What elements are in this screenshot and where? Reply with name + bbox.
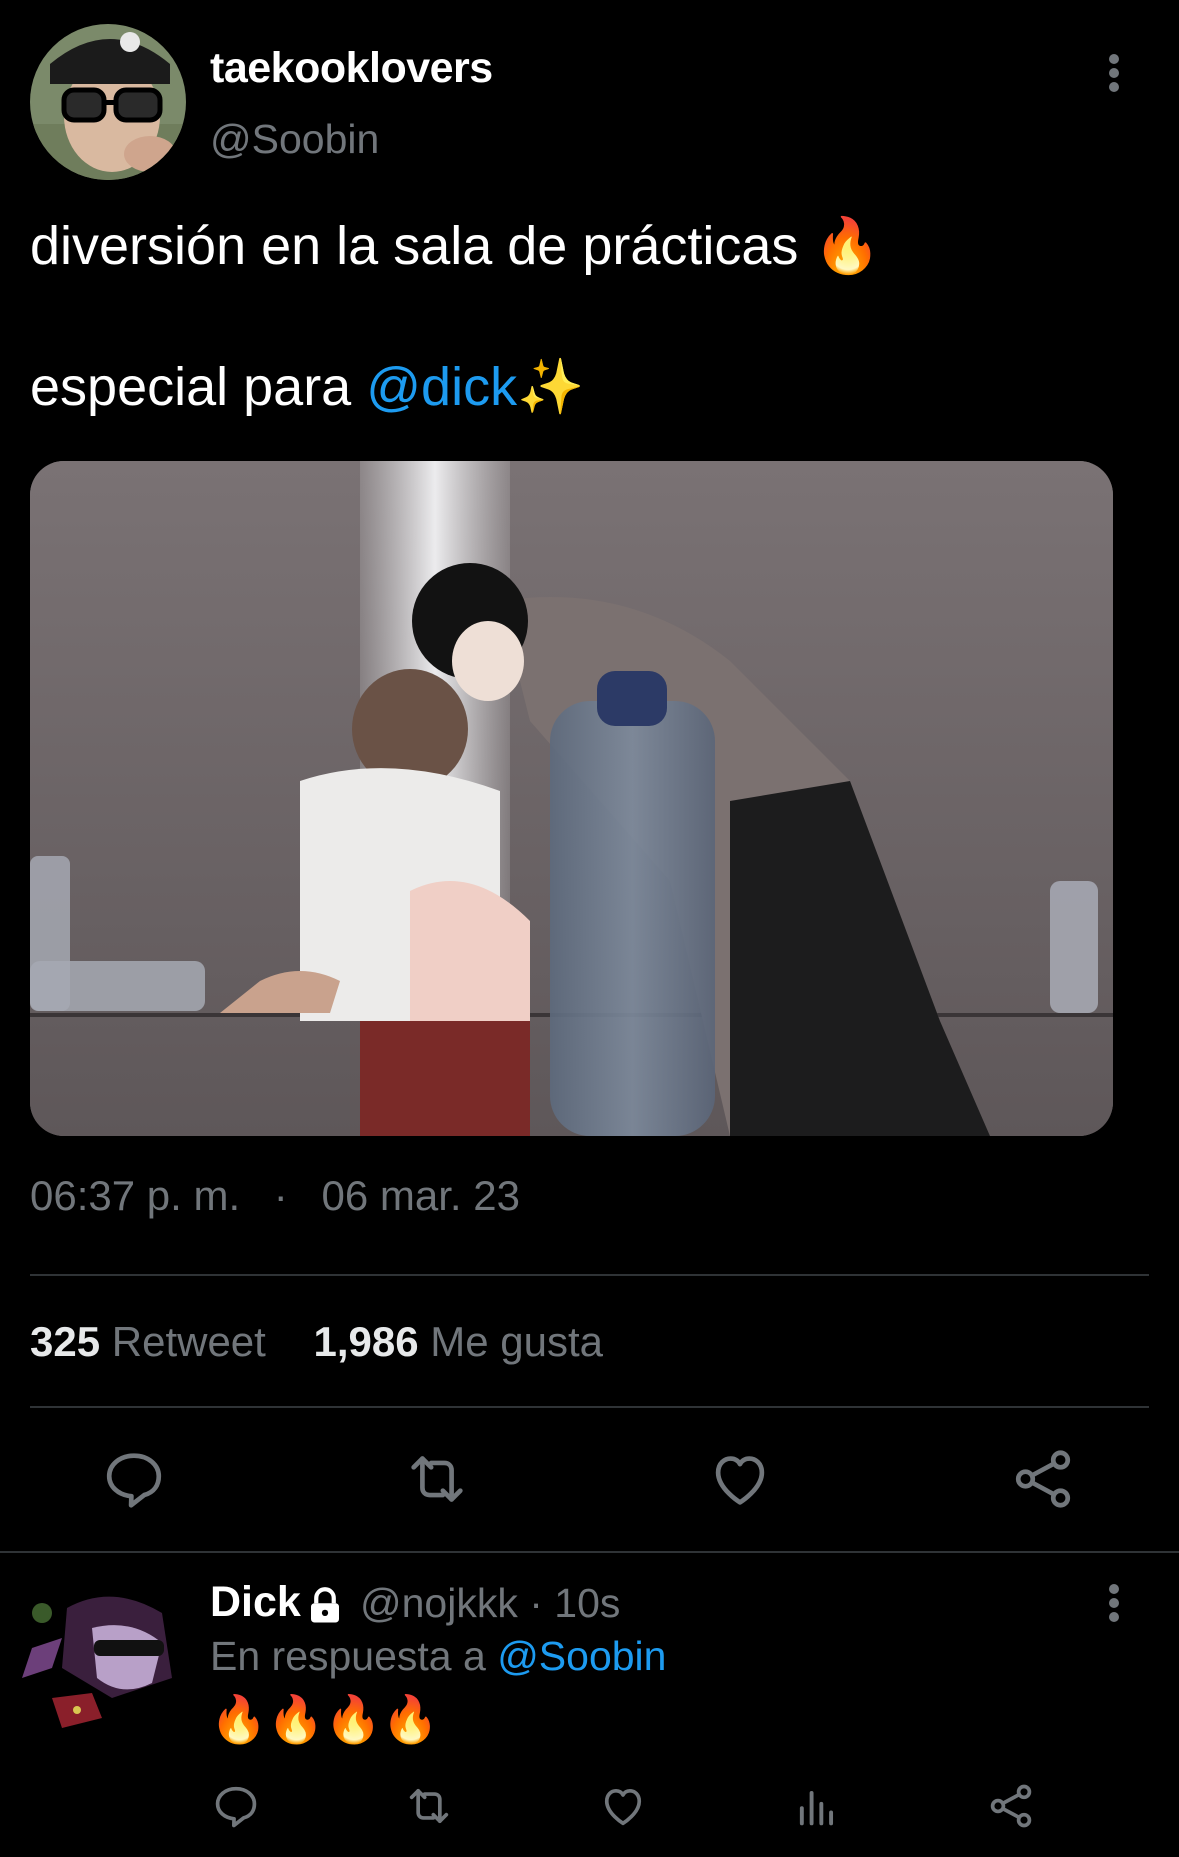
tweet-time: 06:37 p. m. [30, 1172, 241, 1219]
separator: · [273, 1172, 288, 1219]
reply-icon[interactable] [99, 1444, 169, 1514]
tweet-text: especial para [30, 357, 367, 417]
divider [0, 1551, 1179, 1553]
share-icon[interactable] [1008, 1444, 1078, 1514]
mention-link[interactable]: @dick [366, 357, 517, 417]
likes-count: 1,986 [313, 1318, 419, 1365]
retweet-icon[interactable] [403, 1780, 455, 1832]
replying-mention-link[interactable]: @Soobin [497, 1633, 666, 1679]
retweets-label: Retweet [111, 1318, 266, 1365]
retweets-count: 325 [30, 1318, 101, 1365]
fire-emoji: 🔥 [813, 216, 881, 276]
sparkles-emoji: ✨ [517, 357, 585, 417]
replying-to: En respuesta a @Soobin [210, 1633, 666, 1680]
more-vertical-icon[interactable] [1100, 50, 1130, 96]
reply-handle-time[interactable]: @nojkkk · 10s [360, 1580, 620, 1627]
more-vertical-icon[interactable] [1100, 1580, 1130, 1626]
likes-label: Me gusta [430, 1318, 604, 1365]
retweet-icon[interactable] [402, 1444, 472, 1514]
views-icon[interactable] [791, 1780, 843, 1832]
heart-icon[interactable] [597, 1780, 649, 1832]
avatar[interactable] [30, 24, 186, 180]
divider [30, 1406, 1149, 1408]
tweet-date: 06 mar. 23 [321, 1172, 520, 1219]
replying-prefix: En respuesta a [210, 1633, 498, 1679]
tweet-text: diversión en la sala de prácticas [30, 216, 799, 276]
handle[interactable]: @Soobin [210, 116, 379, 163]
heart-icon[interactable] [705, 1444, 775, 1514]
avatar[interactable] [22, 1588, 182, 1738]
reply-text: 🔥🔥🔥🔥 [210, 1693, 440, 1745]
reply-display-name[interactable]: Dick [210, 1578, 301, 1627]
lock-icon [304, 1584, 346, 1626]
likes-stat[interactable]: 1,986 Me gusta [314, 1318, 604, 1365]
tweet-text-line-2: especial para @dick✨ [30, 356, 584, 419]
divider [30, 1274, 1149, 1276]
display-name[interactable]: taekooklovers [210, 44, 493, 93]
tweet-timestamp[interactable]: 06:37 p. m. · 06 mar. 23 [30, 1172, 520, 1220]
tweet-stats: 325 Retweet 1,986 Me gusta [30, 1318, 603, 1366]
tweet-text-line-1: diversión en la sala de prácticas 🔥 [30, 215, 881, 278]
tweet-media-image[interactable] [30, 461, 1113, 1136]
reply-icon[interactable] [210, 1780, 262, 1832]
share-icon[interactable] [985, 1780, 1037, 1832]
retweets-stat[interactable]: 325 Retweet [30, 1318, 266, 1365]
